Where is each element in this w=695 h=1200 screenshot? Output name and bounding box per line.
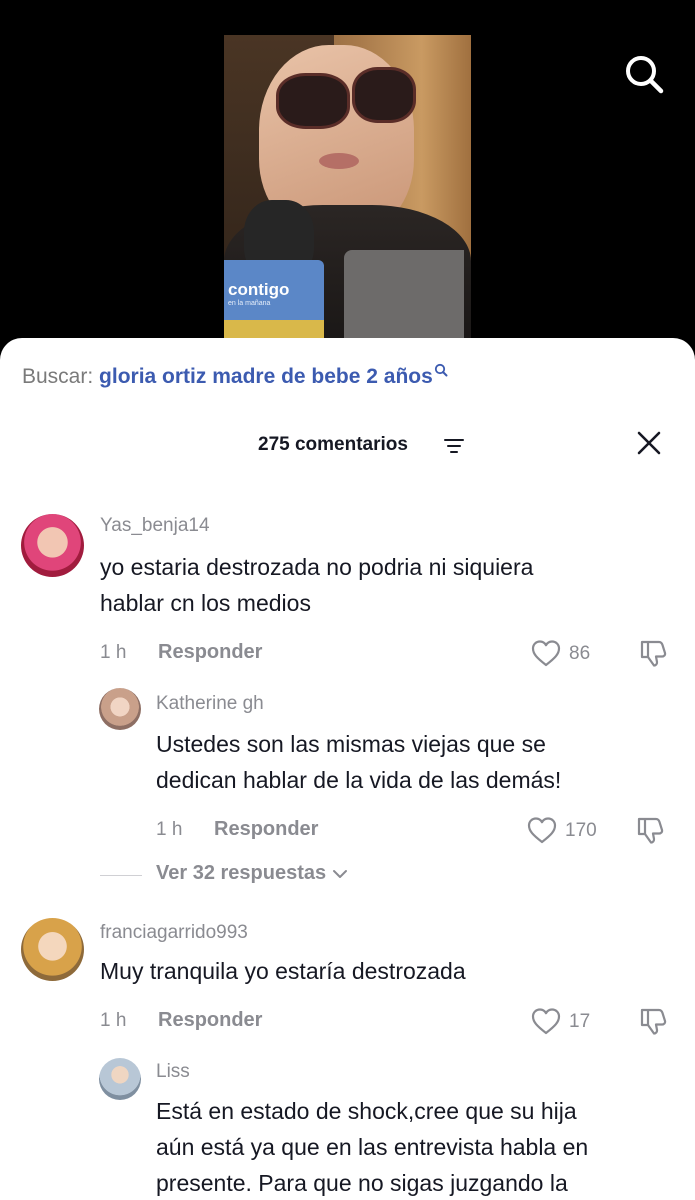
view-replies-label: Ver 32 respuestas <box>156 862 327 884</box>
sort-filter-icon[interactable] <box>444 438 464 454</box>
like-count: 170 <box>565 820 597 841</box>
comment-text-line: Muy tranquila yo estaría destrozada <box>100 958 466 984</box>
reply-text: Ustedes son las mismas viejas que se ded… <box>156 726 561 798</box>
reply-button[interactable]: Responder <box>214 818 318 841</box>
like-count: 86 <box>569 643 591 664</box>
dislike-icon[interactable] <box>635 815 665 845</box>
comment-time: 1 h <box>100 1010 127 1031</box>
microphone-badge: contigo en la mañana <box>224 260 324 340</box>
heart-icon[interactable] <box>531 1007 561 1035</box>
video-sunglasses-left <box>276 73 350 129</box>
comment-text: yo estaria destrozada no podria ni siqui… <box>100 549 533 621</box>
reply-username[interactable]: Liss <box>156 1061 190 1083</box>
comment-text-line: hablar cn los medios <box>100 590 311 616</box>
video-mouth <box>319 153 359 169</box>
comment-count: 275 comentarios <box>258 434 408 455</box>
divider <box>100 875 142 876</box>
comment-username[interactable]: Yas_benja14 <box>100 515 210 537</box>
search-prefix: Buscar: <box>22 365 94 388</box>
search-suggestion[interactable]: Buscar: gloria ortiz madre de bebe 2 año… <box>22 363 448 389</box>
reply-button[interactable]: Responder <box>158 1009 262 1032</box>
comment-username[interactable]: franciagarrido993 <box>100 922 248 944</box>
reply-text-line: aún está ya que en las entrevista habla … <box>156 1134 589 1160</box>
video-player[interactable]: contigo en la mañana <box>0 0 695 345</box>
reply-text-line: dedican hablar de la vida de las demás! <box>156 767 562 793</box>
mic-brand-text: contigo <box>228 280 290 299</box>
video-sweater <box>344 250 464 340</box>
reply-text: Está en estado de shock,cree que su hija… <box>156 1093 588 1200</box>
close-icon[interactable] <box>636 430 662 456</box>
comment-text-line: yo estaria destrozada no podria ni siqui… <box>100 554 534 580</box>
avatar[interactable] <box>21 918 84 981</box>
avatar[interactable] <box>21 514 84 577</box>
avatar[interactable] <box>99 688 141 730</box>
chevron-down-icon <box>332 869 347 878</box>
avatar[interactable] <box>99 1058 141 1100</box>
comments-header: 275 comentarios <box>0 430 695 462</box>
search-icon[interactable] <box>623 53 665 95</box>
search-query-link[interactable]: gloria ortiz madre de bebe 2 años <box>99 365 433 388</box>
video-sunglasses-right <box>352 67 416 123</box>
comment-time: 1 h <box>100 642 127 663</box>
mic-subtitle-text: en la mañana <box>228 300 271 307</box>
reply-text-line: presente. Para que no sigas juzgando la <box>156 1170 568 1196</box>
view-replies-button[interactable]: Ver 32 respuestas <box>156 862 348 885</box>
dislike-icon[interactable] <box>638 1006 668 1036</box>
video-thumbnail[interactable]: contigo en la mañana <box>224 35 471 340</box>
reply-button[interactable]: Responder <box>158 641 262 664</box>
search-small-icon <box>434 363 448 377</box>
reply-time: 1 h <box>156 819 183 840</box>
reply-text-line: Está en estado de shock,cree que su hija <box>156 1098 577 1124</box>
heart-icon[interactable] <box>531 639 561 667</box>
dislike-icon[interactable] <box>638 638 668 668</box>
like-count: 17 <box>569 1011 591 1032</box>
comment-text: Muy tranquila yo estaría destrozada <box>100 953 466 989</box>
comments-panel: Buscar: gloria ortiz madre de bebe 2 año… <box>0 338 695 1200</box>
reply-text-line: Ustedes son las mismas viejas que se <box>156 731 546 757</box>
reply-username[interactable]: Katherine gh <box>156 693 264 715</box>
heart-icon[interactable] <box>527 816 557 844</box>
